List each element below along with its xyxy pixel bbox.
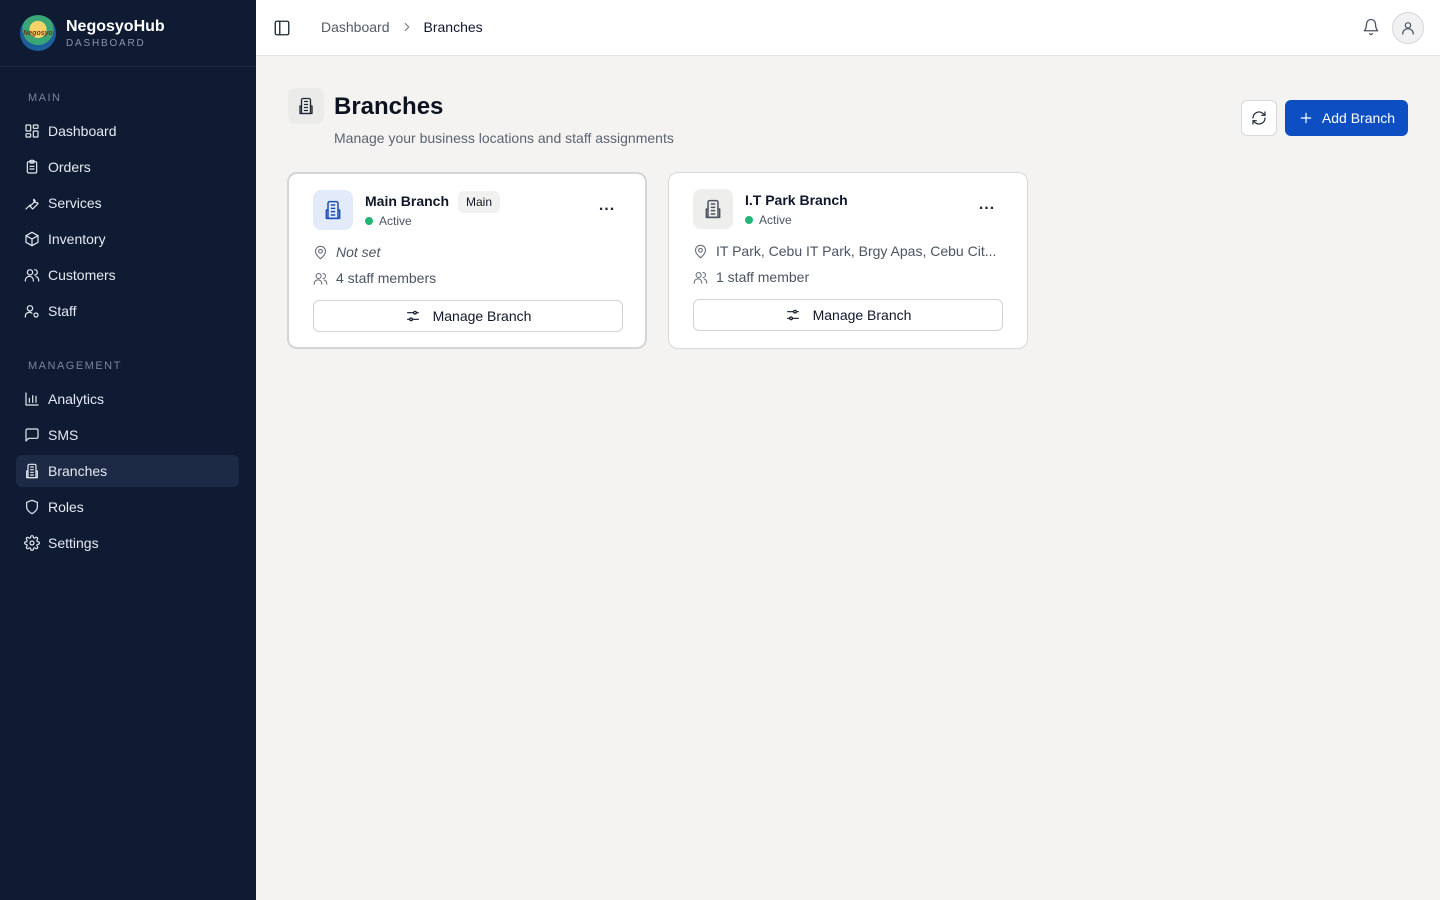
clipboard-icon: [26, 159, 38, 174]
sidebar-toggle-icon: [274, 20, 290, 36]
users-icon: [693, 271, 708, 284]
branch-name: Main Branch: [365, 193, 450, 209]
bar-chart-icon: [25, 392, 39, 406]
more-options-button[interactable]: ...: [593, 196, 621, 216]
brand-logo: Negosyo: [20, 15, 56, 51]
location-text: IT Park, Cebu IT Park, Brgy Apas, Cebu C…: [716, 243, 997, 259]
brand-logo-text: Negosyo: [23, 29, 53, 37]
page-subtitle: Manage your business locations and staff…: [334, 130, 674, 146]
breadcrumb-current: Branches: [423, 19, 483, 35]
branch-name: I.T Park Branch: [745, 192, 848, 208]
manage-branch-button[interactable]: Manage Branch: [313, 300, 623, 332]
brand[interactable]: Negosyo NegosyoHub DASHBOARD: [0, 0, 256, 67]
manage-branch-label: Manage Branch: [812, 307, 912, 323]
sliders-icon: [406, 310, 419, 322]
sidebar: Negosyo NegosyoHub DASHBOARD MAIN Dashbo…: [0, 0, 256, 900]
breadcrumb-dashboard[interactable]: Dashboard: [321, 19, 390, 35]
map-pin-icon: [314, 245, 327, 259]
sliders-icon: [786, 309, 799, 321]
section-label-main: MAIN: [28, 92, 62, 104]
building-icon: [325, 200, 341, 220]
sidebar-item-customers[interactable]: Customers: [16, 259, 239, 291]
sidebar-item-services[interactable]: Services: [16, 187, 239, 219]
branch-card-it-park[interactable]: I.T Park Branch Active ... IT Park, Cebu…: [668, 172, 1028, 349]
branch-staff-count: 4 staff members: [313, 270, 436, 286]
plus-icon: [1300, 112, 1312, 124]
page-title: Branches: [334, 93, 444, 120]
building-icon: [299, 97, 313, 115]
branch-icon: [313, 190, 353, 230]
chevron-right-icon: [400, 20, 414, 34]
add-branch-button[interactable]: Add Branch: [1285, 100, 1408, 136]
users-icon: [24, 269, 40, 282]
status-dot: [745, 216, 753, 224]
sidebar-item-label: Services: [48, 195, 102, 211]
staff-count-text: 1 staff member: [716, 269, 810, 285]
sidebar-item-sms[interactable]: SMS: [16, 419, 239, 451]
gear-icon: [24, 535, 40, 551]
user-icon: [1402, 22, 1414, 35]
status-label: Active: [759, 213, 792, 227]
sidebar-item-inventory[interactable]: Inventory: [16, 223, 239, 255]
staff-count-text: 4 staff members: [336, 270, 437, 286]
refresh-button[interactable]: [1241, 100, 1277, 136]
user-avatar-button[interactable]: [1392, 12, 1424, 44]
building-icon: [705, 199, 721, 219]
sidebar-item-label: Roles: [48, 499, 84, 515]
sidebar-item-label: Branches: [48, 463, 108, 479]
brand-subtitle: DASHBOARD: [66, 37, 146, 49]
branch-location: Not set: [313, 244, 380, 260]
dashboard-icon: [25, 124, 39, 138]
more-options-button[interactable]: ...: [973, 195, 1001, 215]
section-label-management: MANAGEMENT: [28, 360, 122, 372]
brand-name: NegosyoHub: [66, 17, 165, 35]
branch-card-main[interactable]: Main Branch Main Active ... Not set 4 st…: [287, 172, 647, 349]
breadcrumb: Dashboard Branches: [321, 19, 483, 35]
shield-icon: [26, 499, 38, 515]
sidebar-item-label: SMS: [48, 427, 79, 443]
sidebar-item-orders[interactable]: Orders: [16, 151, 239, 183]
branch-location: IT Park, Cebu IT Park, Brgy Apas, Cebu C…: [693, 243, 996, 259]
topbar: Dashboard Branches: [256, 0, 1440, 56]
sidebar-item-label: Analytics: [48, 391, 105, 407]
sidebar-item-label: Orders: [48, 159, 91, 175]
location-text: Not set: [336, 244, 381, 260]
branch-icon: [693, 189, 733, 229]
status-badge: Active: [365, 214, 412, 228]
page-icon: [288, 88, 324, 124]
manage-branch-label: Manage Branch: [432, 308, 532, 324]
sidebar-item-label: Settings: [48, 535, 99, 551]
sidebar-item-roles[interactable]: Roles: [16, 491, 239, 523]
sidebar-item-dashboard[interactable]: Dashboard: [16, 115, 239, 147]
sidebar-item-label: Inventory: [48, 231, 106, 247]
sidebar-item-branches[interactable]: Branches: [16, 455, 239, 487]
building-icon: [26, 463, 38, 479]
user-cog-icon: [24, 305, 39, 318]
bell-icon: [1363, 18, 1379, 36]
add-branch-label: Add Branch: [1321, 110, 1396, 126]
notifications-button[interactable]: [1362, 18, 1382, 38]
sidebar-item-label: Staff: [48, 303, 77, 319]
sidebar-toggle-button[interactable]: [272, 16, 292, 40]
users-icon: [313, 272, 328, 285]
message-icon: [25, 428, 39, 442]
map-pin-icon: [694, 244, 707, 258]
branch-staff-count: 1 staff member: [693, 269, 809, 285]
sidebar-item-settings[interactable]: Settings: [16, 527, 239, 559]
main-badge: Main: [458, 191, 501, 213]
sidebar-item-analytics[interactable]: Analytics: [16, 383, 239, 415]
status-label: Active: [379, 214, 412, 228]
status-badge: Active: [745, 213, 792, 227]
sidebar-item-staff[interactable]: Staff: [16, 295, 239, 327]
package-icon: [25, 231, 39, 247]
status-dot: [365, 217, 373, 225]
refresh-icon: [1252, 111, 1266, 125]
sidebar-item-label: Dashboard: [48, 123, 117, 139]
wrench-icon: [25, 198, 39, 210]
manage-branch-button[interactable]: Manage Branch: [693, 299, 1003, 331]
sidebar-item-label: Customers: [48, 267, 116, 283]
